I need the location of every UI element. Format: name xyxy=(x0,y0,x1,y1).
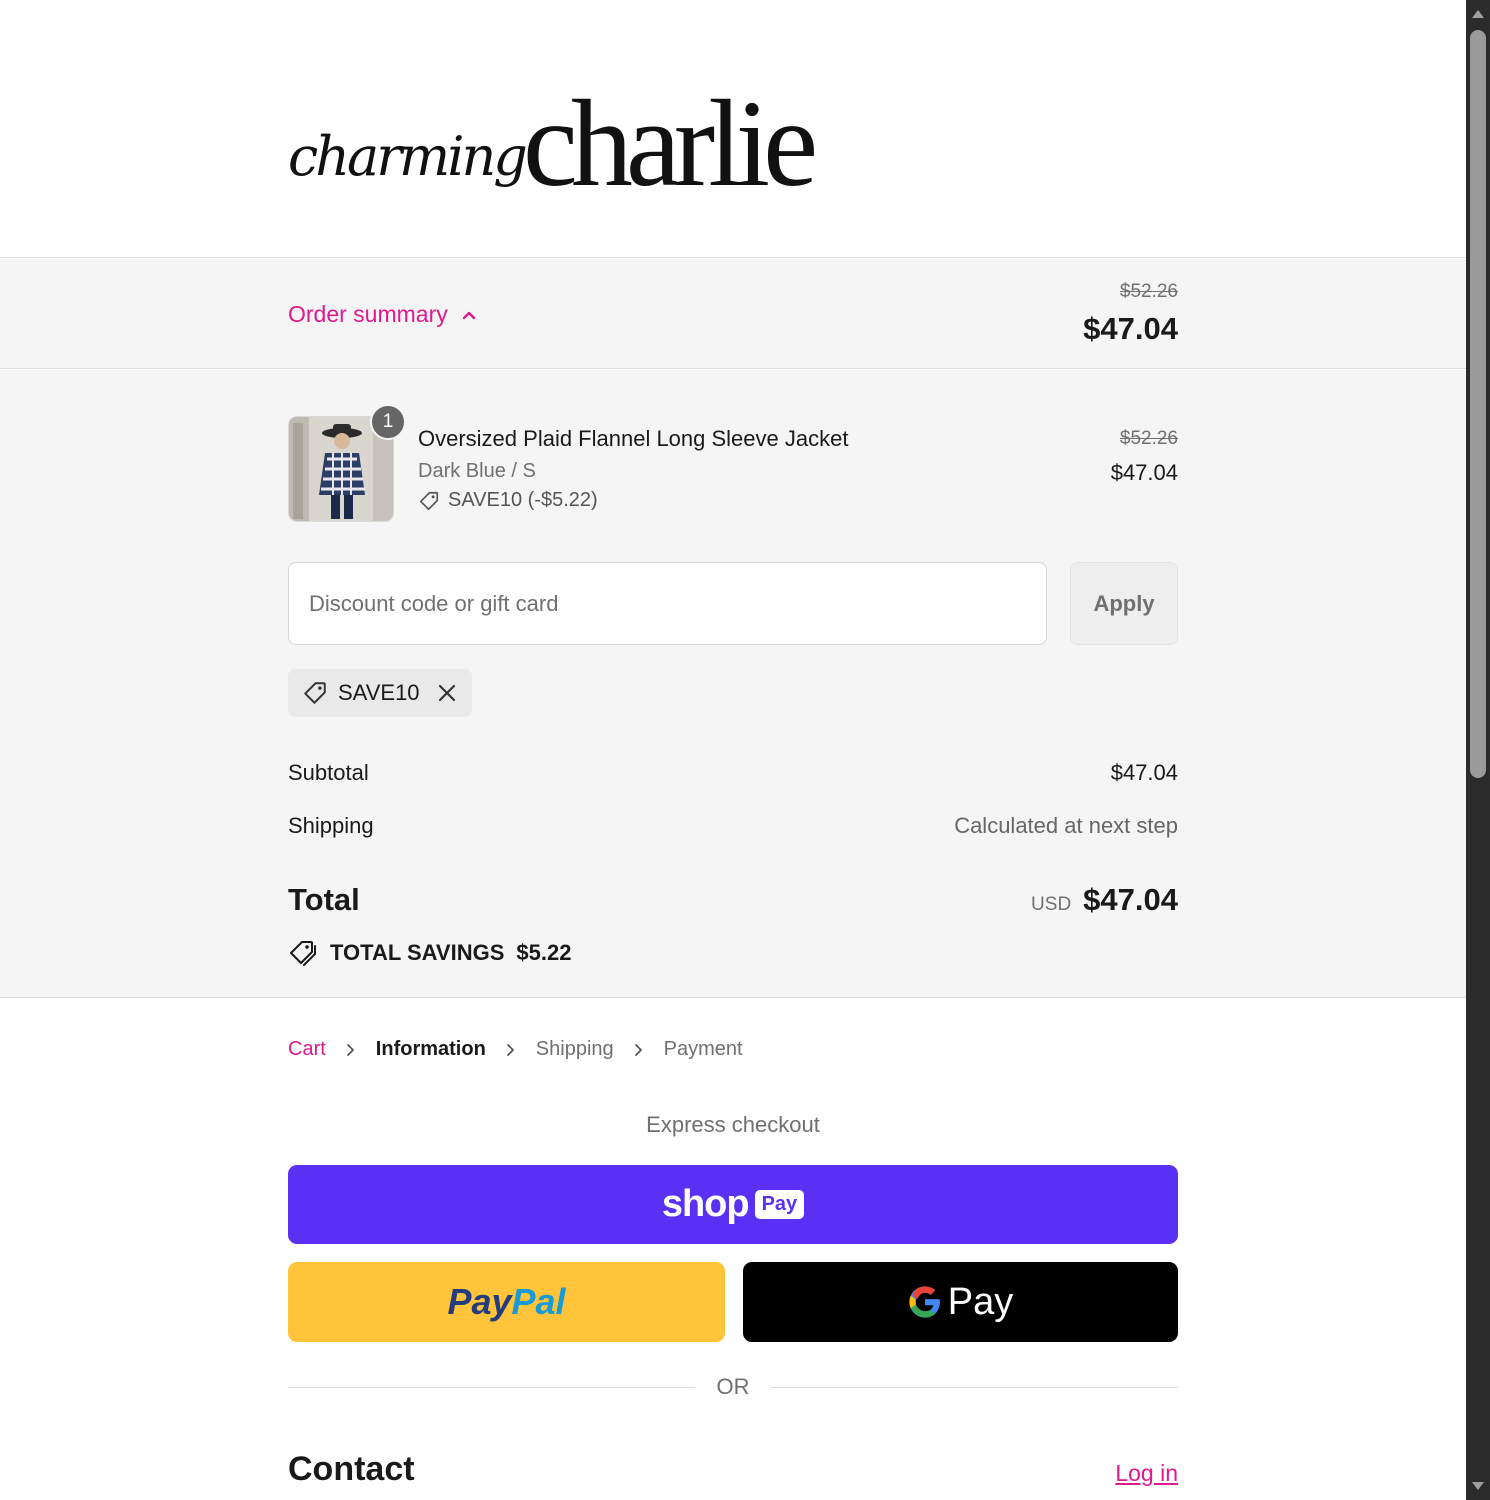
total-value-group: USD $47.04 xyxy=(1031,882,1178,918)
total-savings-value: $5.22 xyxy=(516,940,572,965)
express-checkout-title: Express checkout xyxy=(646,1112,820,1137)
subtotal-label: Subtotal xyxy=(288,760,369,785)
paypal-wordmark-pay: Pay xyxy=(447,1281,512,1322)
subtotal-value: $47.04 xyxy=(1110,760,1178,785)
scroll-up-arrow-icon[interactable] xyxy=(1472,10,1484,18)
breadcrumb-payment: Payment xyxy=(663,1038,743,1060)
product-name: Oversized Plaid Flannel Long Sleeve Jack… xyxy=(418,426,849,451)
total-savings: TOTAL SAVINGS $5.22 xyxy=(288,938,571,968)
shipping-value: Calculated at next step xyxy=(954,813,1178,838)
savings-tags-icon xyxy=(290,941,316,966)
header: charming charlie xyxy=(0,0,1466,258)
google-g-icon xyxy=(909,1286,940,1318)
paypal-button[interactable]: Pay Pal xyxy=(288,1262,725,1342)
total-value: $47.04 xyxy=(1083,882,1178,917)
close-icon[interactable] xyxy=(436,682,458,704)
google-pay-label: Pay xyxy=(947,1280,1014,1323)
product-original-price: $52.26 xyxy=(1119,428,1178,449)
product-discount-text: SAVE10 (-$5.22) xyxy=(448,489,598,511)
currency-code: USD xyxy=(1031,894,1072,915)
contact-heading: Contact xyxy=(288,1450,415,1488)
breadcrumb-cart[interactable]: Cart xyxy=(288,1038,326,1061)
store-logo[interactable]: charming charlie xyxy=(288,66,818,212)
checkout-page: charming charlie Order summary $52.26 $4… xyxy=(0,0,1466,1500)
shipping-label: Shipping xyxy=(288,813,374,838)
logo-small-text: charming xyxy=(288,125,528,188)
product-discount: SAVE10 (-$5.22) xyxy=(418,489,598,512)
order-summary-toggle-label: Order summary xyxy=(288,301,448,327)
total-label: Total xyxy=(288,882,360,917)
order-summary: 1 Oversized Plaid Flannel Long Sleeve Ja… xyxy=(0,370,1466,998)
discount-code-input[interactable] xyxy=(288,562,1047,645)
applied-discount-code: SAVE10 xyxy=(338,680,420,705)
chevron-right-icon xyxy=(346,1043,354,1056)
tag-icon xyxy=(304,682,326,704)
or-separator: OR xyxy=(716,1374,750,1399)
chevron-up-icon xyxy=(462,311,475,319)
chevron-right-icon xyxy=(634,1043,642,1056)
login-link[interactable]: Log in xyxy=(1115,1460,1178,1487)
scrollbar-thumb[interactable] xyxy=(1470,30,1486,778)
shop-pay-wordmark: shop xyxy=(661,1183,750,1225)
chevron-right-icon xyxy=(506,1043,514,1056)
paypal-wordmark-pal: Pal xyxy=(511,1281,566,1322)
logo-big-text: charlie xyxy=(522,75,818,212)
divider-right xyxy=(771,1387,1178,1388)
applied-discount-chip: SAVE10 xyxy=(288,669,472,717)
order-summary-bar: Order summary $52.26 $47.04 xyxy=(0,259,1466,369)
quantity-badge: 1 xyxy=(370,404,406,440)
shop-pay-button[interactable]: shop Pay xyxy=(288,1165,1178,1244)
summary-original-price: $52.26 xyxy=(1119,281,1178,302)
breadcrumb: Cart Information Shipping Payment xyxy=(288,1038,743,1061)
apply-button[interactable]: Apply xyxy=(1070,562,1178,645)
shop-pay-badge: Pay xyxy=(754,1190,805,1219)
scroll-down-arrow-icon[interactable] xyxy=(1472,1482,1484,1490)
product-price: $47.04 xyxy=(1110,460,1178,485)
order-summary-toggle[interactable]: Order summary xyxy=(288,301,478,328)
product-variant: Dark Blue / S xyxy=(418,460,536,482)
summary-price: $47.04 xyxy=(1083,311,1178,346)
breadcrumb-shipping: Shipping xyxy=(535,1038,614,1060)
vertical-scrollbar[interactable] xyxy=(1466,0,1490,1500)
google-pay-button[interactable]: Pay xyxy=(743,1262,1178,1342)
total-savings-label: TOTAL SAVINGS xyxy=(330,940,505,965)
tag-icon xyxy=(419,491,439,510)
breadcrumb-information: Information xyxy=(375,1038,486,1060)
divider-left xyxy=(288,1387,695,1388)
